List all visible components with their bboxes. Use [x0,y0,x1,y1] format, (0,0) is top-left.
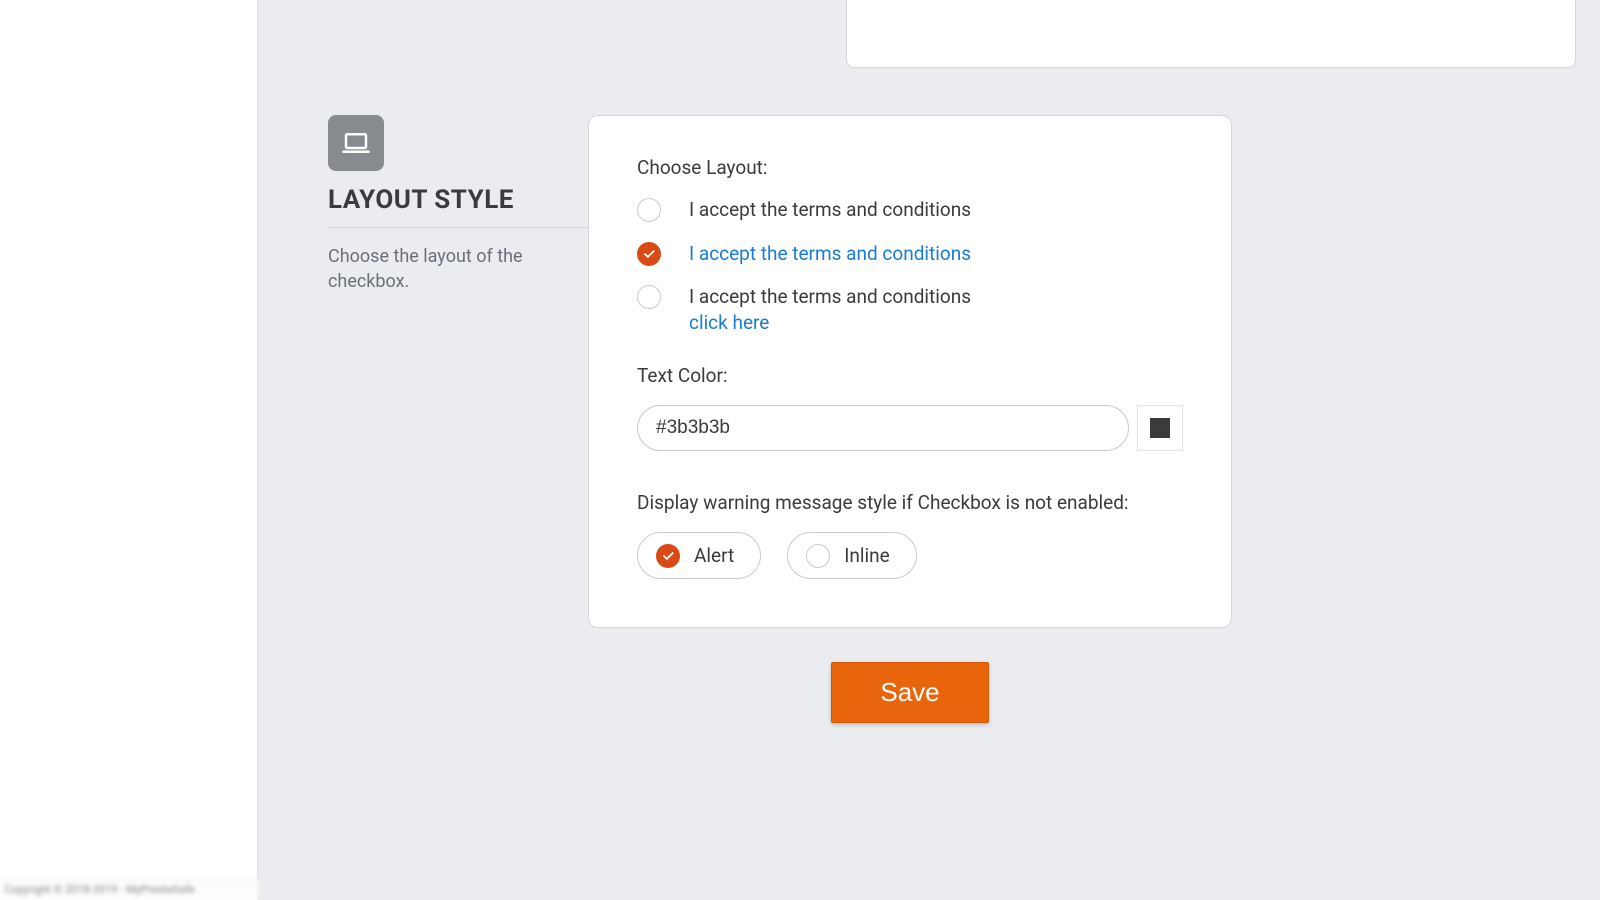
choose-layout-label: Choose Layout: [637,156,1183,179]
sidebar-blank [0,0,258,900]
layout-style-card: Choose Layout: I accept the terms and co… [588,115,1232,628]
layout-option-3-link[interactable]: click here [689,311,769,334]
section-title: LAYOUT STYLE [328,185,588,215]
section-divider [328,227,588,228]
warning-option-inline-label: Inline [844,544,889,567]
text-color-input[interactable] [637,405,1129,451]
section-description: Choose the layout of the checkbox. [328,244,588,294]
warning-option-inline[interactable]: Inline [787,532,916,579]
section-header: LAYOUT STYLE Choose the layout of the ch… [328,115,588,294]
layout-option-1[interactable]: I accept the terms and conditions [637,197,1183,223]
radio-icon-checked [637,242,661,266]
footer-copyright: Copyright © 2018-2019 - MyPrestaSafe [0,878,258,900]
radio-icon [637,285,661,309]
laptop-icon [328,115,384,171]
radio-icon [637,198,661,222]
layout-option-2-text: I accept the terms and conditions [689,241,971,267]
radio-icon-checked [656,544,680,568]
text-color-label: Text Color: [637,364,1183,387]
layout-option-2[interactable]: I accept the terms and conditions [637,241,1183,267]
save-button[interactable]: Save [831,662,988,723]
warning-style-label: Display warning message style if Checkbo… [637,491,1183,514]
color-swatch-button[interactable] [1137,405,1183,451]
color-swatch [1150,418,1170,438]
main-content: LAYOUT STYLE Choose the layout of the ch… [258,0,1600,900]
radio-icon [806,544,830,568]
layout-option-3-main: I accept the terms and conditions [689,285,971,308]
warning-option-alert[interactable]: Alert [637,532,761,579]
warning-option-alert-label: Alert [694,544,734,567]
layout-option-1-text: I accept the terms and conditions [689,197,971,223]
previous-card-fragment [846,0,1576,68]
layout-option-3-text: I accept the terms and conditions click … [689,284,971,335]
layout-option-3[interactable]: I accept the terms and conditions click … [637,284,1183,335]
